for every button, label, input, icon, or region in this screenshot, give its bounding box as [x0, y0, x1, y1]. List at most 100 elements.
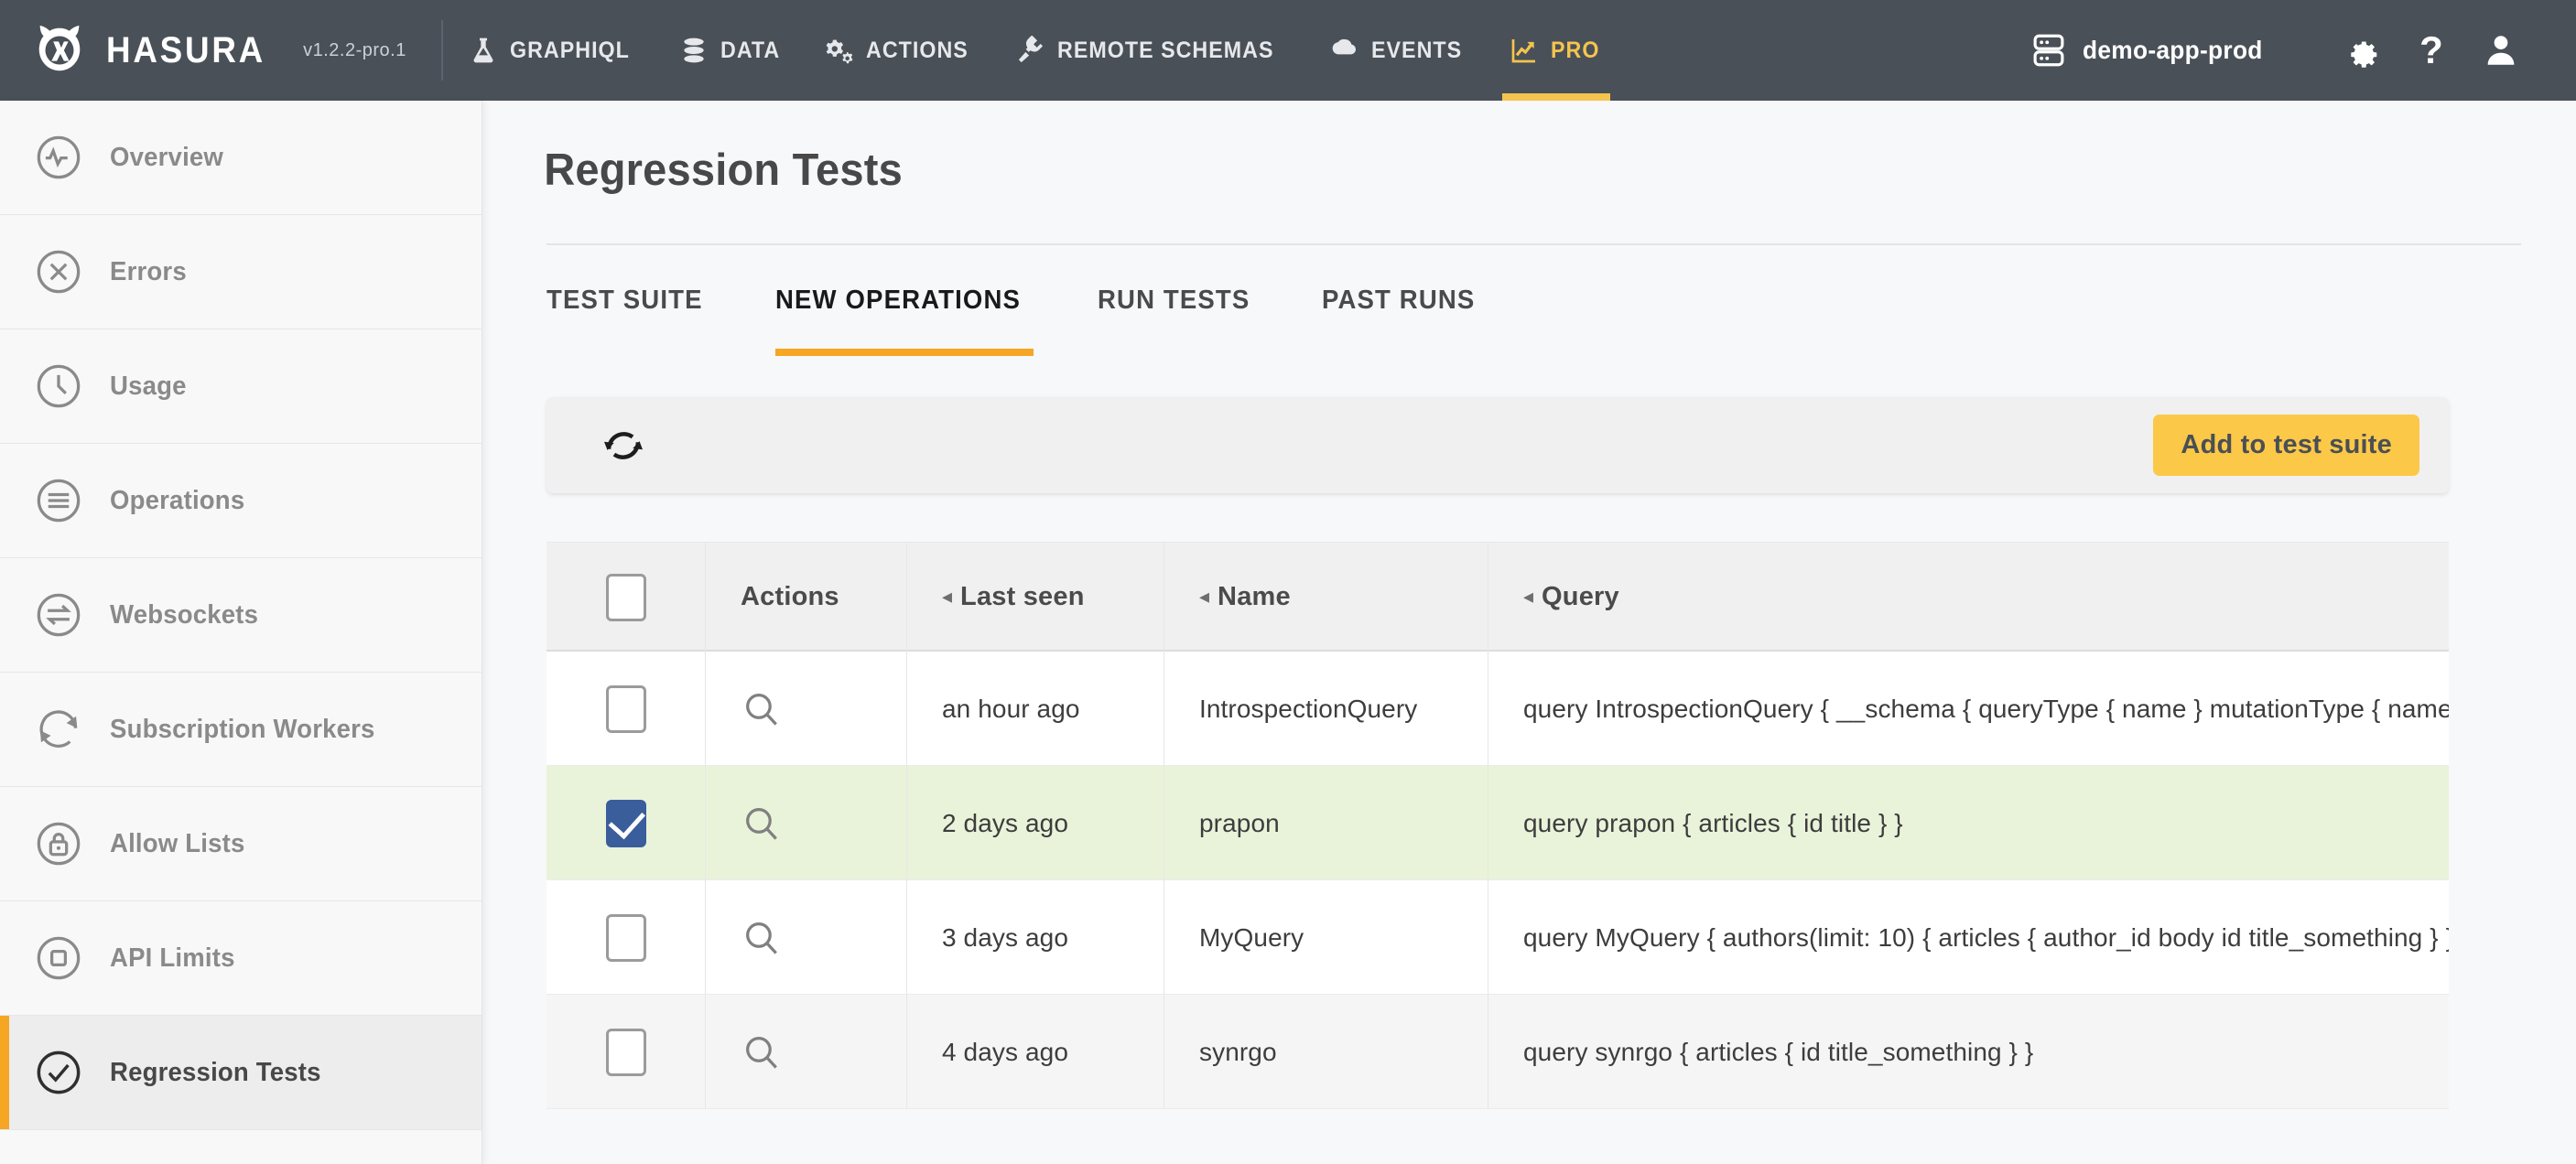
active-tab-indicator: [1502, 93, 1610, 101]
column-header-label: Last seen: [960, 582, 1085, 612]
flask-icon: [469, 36, 498, 65]
operation-name: prapon: [1199, 809, 1280, 838]
brand-logo[interactable]: HASURA: [0, 22, 279, 79]
column-header-actions[interactable]: Actions: [706, 543, 907, 652]
table-row[interactable]: 4 days ago synrgo query synrgo { article…: [547, 995, 2449, 1109]
row-actions-cell: [706, 766, 907, 880]
column-header-query[interactable]: ◂ Query: [1488, 543, 2449, 652]
operations-toolbar: Add to test suite: [547, 397, 2449, 493]
select-all-header-cell: [547, 543, 706, 652]
x-circle-icon: [35, 248, 82, 296]
account-button[interactable]: [2466, 16, 2536, 85]
sidebar-item-label: Subscription Workers: [110, 715, 375, 745]
lock-circle-icon: [35, 820, 82, 868]
sidebar-item-label: Operations: [110, 486, 244, 516]
sidebar-item-regression-tests[interactable]: Regression Tests: [0, 1016, 482, 1130]
nav-item-data[interactable]: DATA: [659, 0, 805, 101]
add-to-test-suite-button[interactable]: Add to test suite: [2153, 415, 2419, 476]
tab-test-suite[interactable]: TEST SUITE: [547, 286, 737, 336]
sidebar-item-allow-lists[interactable]: Allow Lists: [0, 787, 482, 901]
sidebar-item-label: Allow Lists: [110, 829, 245, 859]
chart-line-icon: [1510, 36, 1539, 65]
column-header-last-seen[interactable]: ◂ Last seen: [907, 543, 1164, 652]
square-circle-icon: [35, 934, 82, 982]
topbar-right-cluster: demo-app-prod ?: [2029, 16, 2576, 85]
row-query-cell: query synrgo { articles { id title_somet…: [1488, 995, 2449, 1109]
main-nav: GRAPHIQL DATA ACTIONS REMOTE SCHEMAS: [449, 0, 1624, 101]
nav-item-pro[interactable]: PRO: [1489, 0, 1623, 101]
nav-divider: [441, 20, 443, 81]
tab-run-tests[interactable]: RUN TESTS: [1098, 286, 1283, 336]
last-seen-value: an hour ago: [942, 695, 1080, 724]
magnifier-icon[interactable]: [741, 688, 783, 730]
column-header-label: Query: [1542, 582, 1619, 612]
row-last-seen-cell: 4 days ago: [907, 995, 1164, 1109]
row-actions-cell: [706, 652, 907, 766]
magnifier-icon[interactable]: [741, 917, 783, 959]
last-seen-value: 2 days ago: [942, 809, 1068, 838]
nav-label: ACTIONS: [866, 38, 969, 64]
version-label: v1.2.2-pro.1: [303, 40, 406, 61]
row-checkbox[interactable]: [606, 1029, 646, 1076]
settings-button[interactable]: [2327, 16, 2397, 85]
row-checkbox[interactable]: [606, 800, 646, 847]
tab-new-operations[interactable]: NEW OPERATIONS: [775, 286, 1059, 336]
row-name-cell: IntrospectionQuery: [1164, 652, 1488, 766]
sidebar-item-api-limits[interactable]: API Limits: [0, 901, 482, 1016]
table-row[interactable]: 3 days ago MyQuery query MyQuery { autho…: [547, 880, 2449, 995]
nav-label: GRAPHIQL: [510, 38, 630, 64]
operation-query: query IntrospectionQuery { __schema { qu…: [1523, 695, 2449, 724]
sidebar-item-subscription-workers[interactable]: Subscription Workers: [0, 673, 482, 787]
new-operations-table: Actions ◂ Last seen ◂ Name ◂ Query: [547, 542, 2449, 1109]
row-actions-cell: [706, 880, 907, 995]
tab-label: NEW OPERATIONS: [775, 286, 1021, 316]
project-selector[interactable]: demo-app-prod: [2029, 31, 2274, 70]
sidebar-item-usage[interactable]: Usage: [0, 329, 482, 444]
operation-query: query synrgo { articles { id title_somet…: [1523, 1038, 2033, 1067]
row-name-cell: synrgo: [1164, 995, 1488, 1109]
gears-icon: [825, 36, 854, 65]
nav-item-actions[interactable]: ACTIONS: [805, 0, 996, 101]
page-title: Regression Tests: [482, 101, 2493, 196]
table-row[interactable]: 2 days ago prapon query prapon { article…: [547, 766, 2449, 880]
row-query-cell: query MyQuery { authors(limit: 10) { art…: [1488, 880, 2449, 995]
help-button[interactable]: ?: [2397, 16, 2466, 85]
sidebar-item-label: Overview: [110, 143, 223, 173]
sort-caret-icon: ◂: [942, 587, 952, 607]
question-mark-icon: ?: [2419, 31, 2443, 70]
sort-caret-icon: ◂: [1199, 587, 1209, 607]
row-select-cell: [547, 995, 706, 1109]
row-query-cell: query IntrospectionQuery { __schema { qu…: [1488, 652, 2449, 766]
operation-query: query prapon { articles { id title } }: [1523, 809, 1903, 838]
last-seen-value: 3 days ago: [942, 923, 1068, 953]
column-header-name[interactable]: ◂ Name: [1164, 543, 1488, 652]
tab-past-runs[interactable]: PAST RUNS: [1322, 286, 1509, 336]
sidebar-item-label: Websockets: [110, 600, 258, 630]
row-checkbox[interactable]: [606, 685, 646, 733]
magnifier-icon[interactable]: [741, 803, 783, 845]
tab-label: TEST SUITE: [547, 286, 703, 316]
row-checkbox[interactable]: [606, 914, 646, 962]
magnifier-icon[interactable]: [741, 1031, 783, 1073]
select-all-checkbox[interactable]: [606, 574, 646, 621]
nav-label: DATA: [720, 38, 780, 64]
sidebar-item-overview[interactable]: Overview: [0, 101, 482, 215]
active-tab-indicator: [775, 349, 1034, 356]
sidebar-item-operations[interactable]: Operations: [0, 444, 482, 558]
row-select-cell: [547, 880, 706, 995]
list-circle-icon: [35, 477, 82, 524]
tab-label: PAST RUNS: [1322, 286, 1475, 316]
nav-item-graphiql[interactable]: GRAPHIQL: [449, 0, 659, 101]
refresh-button[interactable]: [596, 418, 651, 473]
clock-circle-icon: [35, 362, 82, 410]
table-row[interactable]: an hour ago IntrospectionQuery query Int…: [547, 652, 2449, 766]
sidebar-item-websockets[interactable]: Websockets: [0, 558, 482, 673]
operation-name: synrgo: [1199, 1038, 1277, 1067]
nav-item-events[interactable]: EVENTS: [1310, 0, 1489, 101]
database-icon: [679, 36, 709, 65]
nav-item-remote-schemas[interactable]: REMOTE SCHEMAS: [996, 0, 1310, 101]
sidebar-item-errors[interactable]: Errors: [0, 215, 482, 329]
sort-caret-icon: ◂: [1523, 587, 1533, 607]
refresh-icon: [598, 420, 649, 471]
row-name-cell: prapon: [1164, 766, 1488, 880]
